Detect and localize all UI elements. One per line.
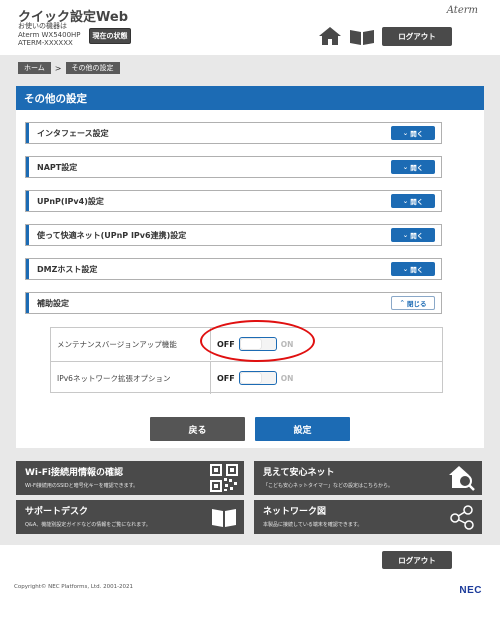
tile-title: ネットワーク図 [263,507,327,517]
logout-button[interactable]: ログアウト [382,27,452,46]
device-id: ATERM-XXXXXX [18,39,73,47]
section-accent-bar [26,157,29,177]
section-label: UPnP(IPv4)設定 [37,196,104,206]
tile-safe-net[interactable]: 見えて安心ネット 「こども安心ネットタイマー」などの設定はこちらから。 [254,461,482,495]
section-label: 補助設定 [37,298,69,308]
section-interface[interactable]: インタフェース設定 ⌄ 開く [25,122,442,144]
section-accent-bar [26,191,29,211]
section-napt[interactable]: NAPT設定 ⌄ 開く [25,156,442,178]
section-label: DMZホスト設定 [37,264,98,274]
toggle-on-label: ON [280,373,294,383]
section-upnp-ipv6[interactable]: 使って快適ネット(UPnP IPv6連携)設定 ⌄ 開く [25,224,442,246]
current-status-button[interactable]: 現在の状態 [89,28,131,44]
section-upnp-ipv4[interactable]: UPnP(IPv4)設定 ⌄ 開く [25,190,442,212]
toggle-on-label: ON [280,339,294,349]
tile-description: 本製品に接続している端末を確認できます。 [263,522,363,528]
option-label: メンテナンスバージョンアップ機能 [57,339,177,349]
network-share-icon [450,505,474,530]
divider [210,362,211,394]
expand-button[interactable]: ⌄ 開く [391,126,435,140]
breadcrumb-current: その他の設定 [65,62,120,74]
section-accent-bar [26,123,29,143]
device-model: Aterm WX5400HP [18,30,81,39]
expand-label: 開く [410,232,424,240]
divider [210,328,211,360]
option-label: IPv6ネットワーク拡張オプション [57,373,171,383]
tile-wifi-info[interactable]: Wi-Fi接続用情報の確認 Wi-Fi接続用のSSIDと暗号化キーを確認できます… [16,461,244,495]
ipv6-extension-toggle[interactable]: OFF ON [217,371,293,385]
section-label: NAPT設定 [37,162,78,172]
section-accent-bar [26,225,29,245]
breadcrumb-home[interactable]: ホーム [18,62,51,74]
section-accent-bar [26,293,29,313]
chevron-down-icon: ⌄ [402,163,409,171]
breadcrumb-separator: > [54,63,62,73]
aterm-logo: Aterm [446,5,478,16]
device-caption: お使いの機器は [18,22,67,30]
chevron-down-icon: ⌄ [402,265,409,273]
section-auxiliary[interactable]: 補助設定 ⌃ 閉じる [25,292,442,314]
breadcrumb: ホーム > その他の設定 [18,62,120,74]
chevron-down-icon: ⌄ [402,129,409,137]
section-dmz-host[interactable]: DMZホスト設定 ⌄ 開く [25,258,442,280]
chevron-down-icon: ⌄ [402,231,409,239]
toggle-knob[interactable] [240,339,261,349]
section-label: インタフェース設定 [37,128,109,138]
header: クイック設定Web お使いの機器は Aterm WX5400HP ATERM-X… [0,0,500,55]
toggle-knob[interactable] [240,373,261,383]
expand-label: 開く [410,130,424,138]
tile-support-desk[interactable]: サポートデスク Q&A、機能別設定ガイドなどの情報をご覧になれます。 [16,500,244,534]
section-label: 使って快適ネット(UPnP IPv6連携)設定 [37,230,187,240]
chevron-down-icon: ⌄ [402,197,409,205]
option-row-maintenance: メンテナンスバージョンアップ機能 OFF ON [51,328,442,360]
qr-code-icon [210,464,238,492]
footer-logout-button[interactable]: ログアウト [382,551,452,569]
tile-description: Q&A、機能別設定ガイドなどの情報をご覧になれます。 [25,522,151,528]
expand-label: 開く [410,266,424,274]
back-button[interactable]: 戻る [150,417,245,441]
copyright: Copyright© NEC Platforms, Ltd. 2001-2021 [14,584,134,590]
nec-logo: NEC [459,585,482,596]
tile-title: 見えて安心ネット [263,468,335,478]
expand-button[interactable]: ⌄ 開く [391,228,435,242]
tile-network-map[interactable]: ネットワーク図 本製品に接続している端末を確認できます。 [254,500,482,534]
expand-label: 開く [410,198,424,206]
submit-button[interactable]: 設定 [255,417,350,441]
expand-button[interactable]: ⌄ 開く [391,262,435,276]
option-row-ipv6: IPv6ネットワーク拡張オプション OFF ON [51,361,442,394]
page-title: その他の設定 [16,86,484,110]
collapse-button[interactable]: ⌃ 閉じる [391,296,435,310]
toggle-off-label: OFF [217,339,235,349]
device-info: お使いの機器は Aterm WX5400HP ATERM-XXXXXX [18,22,81,48]
open-book-icon [212,509,236,527]
tile-title: Wi-Fi接続用情報の確認 [25,468,123,478]
expand-button[interactable]: ⌄ 開く [391,160,435,174]
toggle-switch[interactable] [238,371,277,385]
auxiliary-options-table: メンテナンスバージョンアップ機能 OFF ON IPv6ネットワーク拡張オプショ… [50,327,443,394]
tile-description: 「こども安心ネットタイマー」などの設定はこちらから。 [263,483,394,489]
tile-description: Wi-Fi接続用のSSIDと暗号化キーを確認できます。 [25,483,139,489]
toggle-switch[interactable] [238,337,277,351]
expand-button[interactable]: ⌄ 開く [391,194,435,208]
home-icon[interactable] [318,26,342,46]
home-search-icon [449,466,475,491]
tile-title: サポートデスク [25,507,89,517]
expand-label: 開く [410,164,424,172]
maintenance-toggle[interactable]: OFF ON [217,337,293,351]
toggle-off-label: OFF [217,373,235,383]
collapse-label: 閉じる [406,300,427,308]
manual-book-icon[interactable] [349,28,375,46]
section-accent-bar [26,259,29,279]
chevron-up-icon: ⌃ [399,299,405,307]
